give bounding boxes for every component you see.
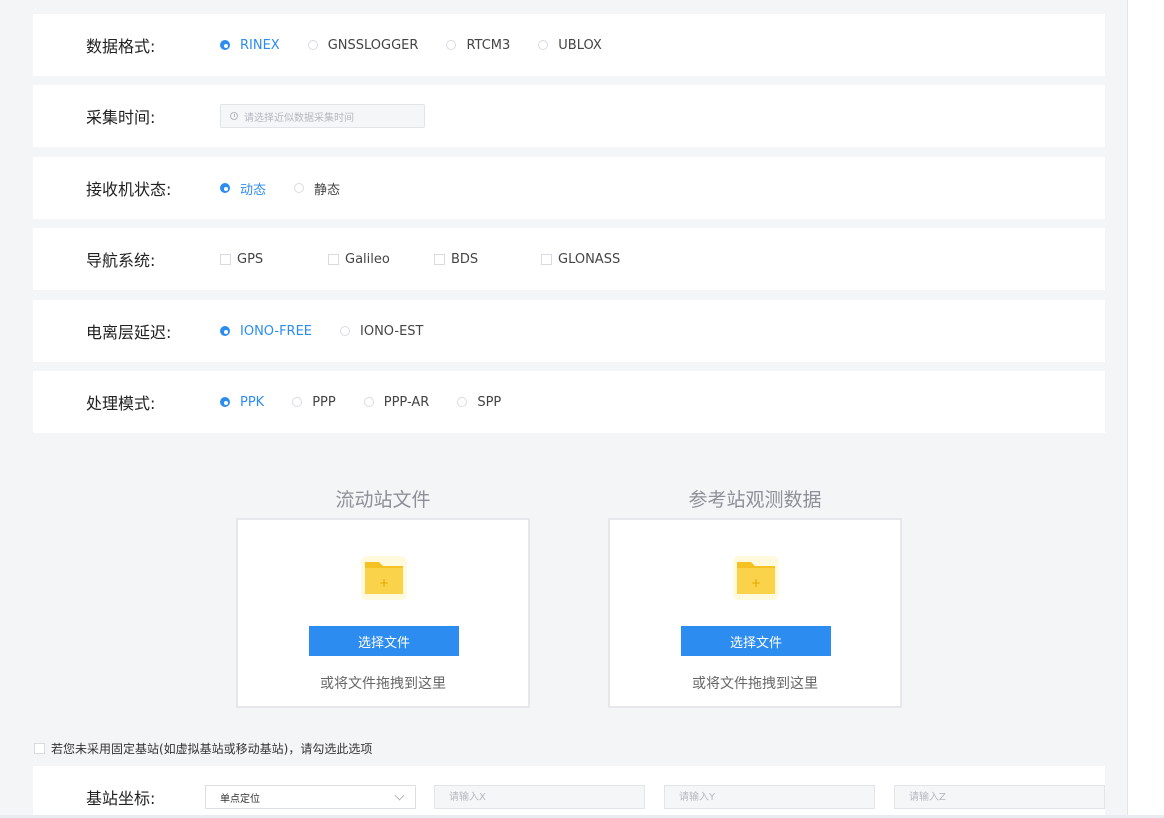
row-receiver-state: 接收机状态: 动态 静态 [33, 157, 1105, 219]
radio-dot-icon [363, 397, 374, 407]
radio-dot-icon [340, 326, 351, 336]
receiver-state-label: 接收机状态: [86, 180, 172, 199]
checkbox-glonass[interactable]: GLONASS [541, 252, 620, 267]
radio-dot-icon [457, 397, 468, 407]
row-collection-time: 采集时间: 请选择近似数据采集时间 [33, 85, 1105, 147]
reference-upload-dropzone[interactable]: + 选择文件 或将文件拖拽到这里 [608, 518, 902, 708]
chevron-down-icon [394, 790, 405, 800]
radio-spp[interactable]: SPP [457, 395, 501, 410]
radio-rtcm3[interactable]: RTCM3 [446, 38, 510, 53]
folder-add-icon: + [361, 556, 407, 600]
base-x-input[interactable] [434, 785, 645, 809]
data-format-label: 数据格式: [86, 37, 156, 56]
svg-text:+: + [379, 576, 389, 590]
base-z-input[interactable] [894, 785, 1105, 809]
reference-drop-hint: 或将文件拖拽到这里 [692, 676, 818, 692]
radio-dot-icon [220, 40, 230, 50]
radio-dynamic[interactable]: 动态 [220, 179, 266, 198]
checkbox-icon [220, 253, 231, 265]
rover-upload-title: 流动站文件 [335, 489, 431, 511]
positioning-mode-select[interactable]: 单点定位 [205, 785, 416, 809]
row-processing-mode: 处理模式: PPK PPP PPP-AR SPP [33, 371, 1105, 433]
radio-ublox[interactable]: UBLOX [538, 38, 602, 53]
radio-ppp[interactable]: PPP [292, 395, 336, 410]
reference-upload-title: 参考站观测数据 [688, 489, 822, 511]
rover-upload-dropzone[interactable]: + 选择文件 或将文件拖拽到这里 [236, 518, 530, 708]
checkbox-icon [434, 253, 445, 265]
radio-dot-icon [446, 40, 457, 50]
checkbox-icon [34, 743, 45, 754]
svg-text:+: + [751, 576, 761, 590]
radio-rinex[interactable]: RINEX [220, 38, 280, 53]
checkbox-galileo[interactable]: Galileo [328, 252, 434, 267]
radio-dot-icon [220, 183, 230, 193]
radio-ppk[interactable]: PPK [220, 395, 264, 410]
base-coords-label: 基站坐标: [86, 789, 156, 808]
row-ionosphere: 电离层延迟: IONO-FREE IONO-EST [33, 300, 1105, 362]
row-data-format: 数据格式: RINEX GNSSLOGGER RTCM3 UBLOX [33, 14, 1105, 76]
clock-icon [230, 112, 238, 120]
radio-iono-est[interactable]: IONO-EST [340, 324, 424, 339]
radio-dot-icon [538, 40, 549, 50]
radio-ppp-ar[interactable]: PPP-AR [363, 395, 429, 410]
panel-divider [1127, 0, 1128, 818]
radio-dot-icon [220, 397, 230, 407]
radio-dot-icon [292, 397, 303, 407]
nav-system-label: 导航系统: [86, 251, 156, 270]
radio-dot-icon [220, 326, 230, 336]
rover-select-file-button[interactable]: 选择文件 [309, 626, 459, 656]
row-nav-system: 导航系统: GPS Galileo BDS GLONASS [33, 228, 1105, 290]
folder-add-icon: + [733, 556, 779, 600]
checkbox-gps[interactable]: GPS [220, 252, 328, 267]
collection-time-label: 采集时间: [86, 108, 156, 127]
collection-time-picker[interactable]: 请选择近似数据采集时间 [220, 104, 425, 128]
base-y-input[interactable] [664, 785, 875, 809]
checkbox-icon [541, 253, 552, 265]
ionosphere-label: 电离层延迟: [86, 323, 172, 342]
radio-static[interactable]: 静态 [294, 179, 340, 198]
checkbox-icon [328, 253, 339, 265]
rover-drop-hint: 或将文件拖拽到这里 [320, 676, 446, 692]
radio-dot-icon [307, 40, 318, 50]
radio-iono-free[interactable]: IONO-FREE [220, 324, 312, 339]
reference-select-file-button[interactable]: 选择文件 [681, 626, 831, 656]
radio-dot-icon [294, 183, 305, 193]
processing-mode-label: 处理模式: [86, 394, 156, 413]
checkbox-bds[interactable]: BDS [434, 252, 541, 267]
radio-gnsslogger[interactable]: GNSSLOGGER [307, 38, 418, 53]
fixed-base-checkbox[interactable]: 若您未采用固定基站(如虚拟基站或移动基站)，请勾选此选项 [34, 740, 372, 757]
